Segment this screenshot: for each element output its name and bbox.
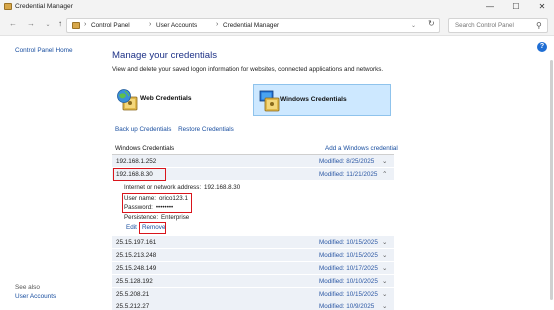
search-icon[interactable]: ⚲ xyxy=(536,21,542,30)
credential-modified: Modified: 10/17/2025 xyxy=(319,265,378,272)
address-dropdown-icon[interactable]: ⌄ xyxy=(411,22,416,29)
highlight-box-credentials xyxy=(122,193,192,213)
backup-credentials-link[interactable]: Back up Credentials xyxy=(115,126,171,133)
credential-address: 25.15.213.248 xyxy=(116,252,157,259)
credential-modified: Modified: 10/15/2025 xyxy=(319,252,378,259)
search-input[interactable]: Search Control Panel ⚲ xyxy=(448,18,548,33)
highlight-box-remove xyxy=(139,222,166,234)
credential-address: 192.168.1.252 xyxy=(116,158,157,165)
forward-arrow-icon[interactable]: → xyxy=(26,19,36,28)
edit-link[interactable]: Edit xyxy=(126,224,137,231)
backup-restore-links: Back up Credentials Restore Credentials xyxy=(115,126,234,133)
windows-credentials-tile[interactable]: Windows Credentials xyxy=(253,84,391,116)
close-button[interactable]: ✕ xyxy=(529,0,554,14)
see-also-label: See also xyxy=(15,284,40,291)
persistence-value: Enterprise xyxy=(161,214,190,221)
credential-row[interactable]: 25.5.128.192 Modified: 10/10/2025 ⌄ xyxy=(112,275,394,288)
credential-row[interactable]: 25.5.212.27 Modified: 10/9/2025 ⌄ xyxy=(112,300,394,310)
backup-label-rest: ack up Credentials xyxy=(119,126,172,133)
credential-row[interactable]: 25.15.213.248 Modified: 10/15/2025 ⌄ xyxy=(112,249,394,262)
credential-manager-icon xyxy=(4,3,12,10)
control-panel-home-link[interactable]: Control Panel Home xyxy=(15,47,73,54)
credential-modified: Modified: 10/10/2025 xyxy=(319,278,378,285)
persistence-label: Persistence: xyxy=(124,214,159,221)
credential-row[interactable]: 25.15.248.149 Modified: 10/17/2025 ⌄ xyxy=(112,262,394,275)
chevron-down-icon[interactable]: ⌄ xyxy=(382,264,387,272)
left-pane: Control Panel Home See also User Account… xyxy=(0,36,100,310)
credential-address: 25.15.197.161 xyxy=(116,239,157,246)
up-arrow-icon[interactable]: ↑ xyxy=(55,19,65,28)
chevron-down-icon[interactable]: ⌄ xyxy=(382,251,387,259)
title-bar: Credential Manager — ☐ ✕ xyxy=(0,0,554,14)
credential-address: 25.5.208.21 xyxy=(116,291,150,298)
address-bar[interactable]: › Control Panel › User Accounts › Creden… xyxy=(66,18,440,33)
web-credentials-icon xyxy=(117,89,138,111)
back-arrow-icon[interactable]: ← xyxy=(8,19,18,28)
credential-modified: Modified: 11/21/2025 xyxy=(319,171,378,178)
web-credentials-tile[interactable]: Web Credentials xyxy=(112,84,250,116)
restore-label-rest: estore Credentials xyxy=(182,126,234,133)
refresh-icon[interactable]: ↻ xyxy=(428,19,435,28)
credential-modified: Modified: 10/15/2025 xyxy=(319,239,378,246)
page-title: Manage your credentials xyxy=(112,50,218,61)
recent-locations-chevron-icon[interactable]: ⌄ xyxy=(43,21,53,28)
add-windows-credential-link[interactable]: Add a Windows credential xyxy=(325,145,398,152)
control-panel-icon xyxy=(72,22,80,29)
chevron-down-icon[interactable]: ⌄ xyxy=(382,238,387,246)
highlight-box-address xyxy=(113,168,166,181)
web-credentials-label: Web Credentials xyxy=(140,95,192,102)
breadcrumb-separator-icon: › xyxy=(216,21,219,28)
credential-address: 25.15.248.149 xyxy=(116,265,157,272)
navigation-bar: ← → ⌄ ↑ › Control Panel › User Accounts … xyxy=(0,14,554,36)
credential-modified: Modified: 8/25/2025 xyxy=(319,158,375,165)
search-placeholder: Search Control Panel xyxy=(455,22,514,29)
help-icon[interactable]: ? xyxy=(537,42,547,52)
maximize-button[interactable]: ☐ xyxy=(503,0,529,14)
breadcrumb-separator-icon: › xyxy=(84,21,87,28)
windows-credentials-icon xyxy=(259,90,280,112)
credential-row[interactable]: 25.15.197.161 Modified: 10/15/2025 ⌄ xyxy=(112,236,394,249)
credential-modified: Modified: 10/9/2025 xyxy=(319,303,375,310)
chevron-down-icon[interactable]: ⌄ xyxy=(382,157,387,165)
breadcrumb-credential-manager[interactable]: Credential Manager xyxy=(223,22,279,29)
persistence-detail: Persistence: Enterprise xyxy=(124,214,189,221)
user-accounts-link[interactable]: User Accounts xyxy=(15,293,56,300)
minimize-button[interactable]: — xyxy=(477,0,503,14)
vertical-scrollbar[interactable] xyxy=(550,60,553,300)
window-title: Credential Manager xyxy=(15,3,73,10)
credential-row[interactable]: 192.168.1.252 Modified: 8/25/2025 ⌄ xyxy=(112,155,394,168)
page-description: View and delete your saved logon informa… xyxy=(112,66,384,73)
credential-address: 25.5.212.27 xyxy=(116,303,150,310)
chevron-down-icon[interactable]: ⌄ xyxy=(382,290,387,298)
address-value: 192.168.8.30 xyxy=(204,184,241,191)
credential-modified: Modified: 10/15/2025 xyxy=(319,291,378,298)
breadcrumb-control-panel[interactable]: Control Panel xyxy=(91,22,130,29)
address-detail: Internet or network address: 192.168.8.30 xyxy=(124,184,240,191)
chevron-down-icon[interactable]: ⌄ xyxy=(382,277,387,285)
chevron-up-icon[interactable]: ⌃ xyxy=(382,170,387,178)
chevron-down-icon[interactable]: ⌄ xyxy=(382,302,387,310)
address-label: Internet or network address: xyxy=(124,184,202,191)
windows-credentials-label: Windows Credentials xyxy=(280,96,347,103)
breadcrumb-separator-icon: › xyxy=(149,21,152,28)
restore-credentials-link[interactable]: Restore Credentials xyxy=(178,126,234,133)
breadcrumb-user-accounts[interactable]: User Accounts xyxy=(156,22,197,29)
windows-credentials-section-title: Windows Credentials xyxy=(115,145,175,152)
credential-address: 25.5.128.192 xyxy=(116,278,153,285)
